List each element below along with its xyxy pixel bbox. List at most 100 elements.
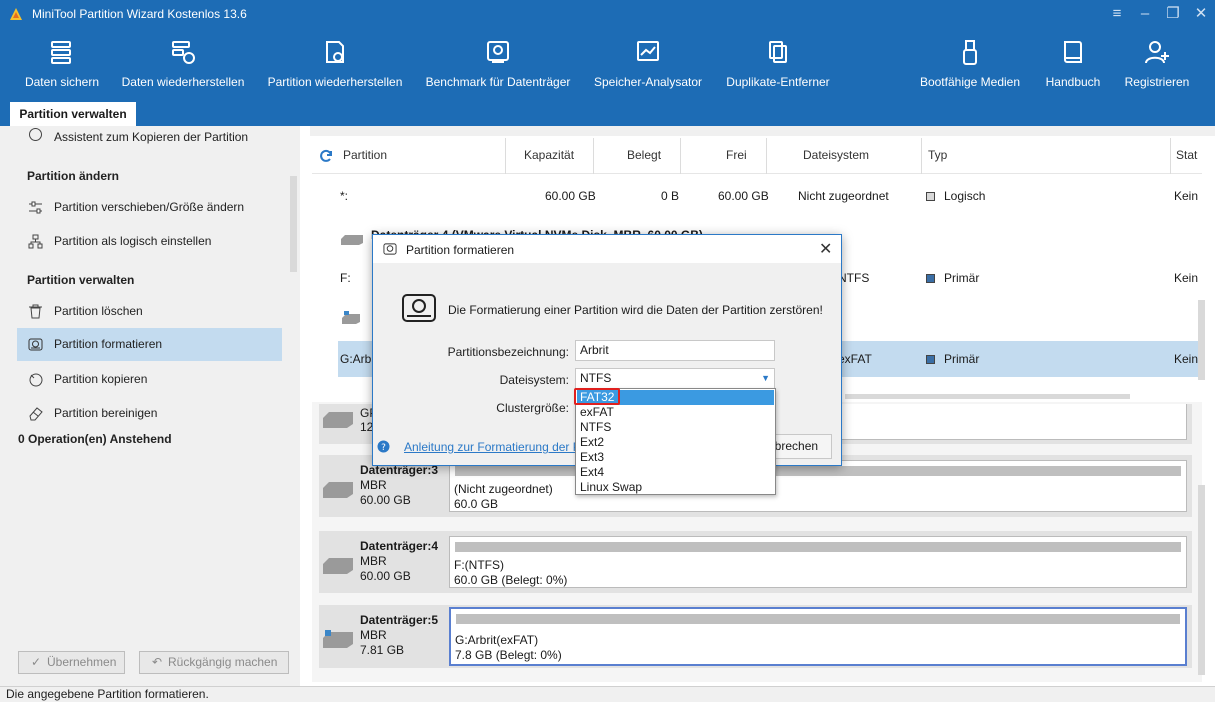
space-analyzer-icon xyxy=(637,41,659,61)
filesystem-value: NTFS xyxy=(580,371,612,385)
toolbar-label: Daten wiederherstellen xyxy=(121,75,245,89)
toolbar-data-recovery-button[interactable]: Daten wiederherstellen xyxy=(118,28,248,100)
toolbar-benchmark-button[interactable]: Benchmark für Datenträger xyxy=(420,28,576,100)
sidebar-item-set-logical[interactable]: Partition als logisch einstellen xyxy=(17,225,282,257)
copy-partition-icon xyxy=(29,373,43,387)
toolbar-duplicate-finder-button[interactable]: Duplikate-Entferner xyxy=(720,28,836,100)
toolbar-label: Partition wiederherstellen xyxy=(267,75,403,89)
cell-type: Primär xyxy=(944,271,980,285)
col-used[interactable]: Belegt xyxy=(627,148,661,162)
close-icon[interactable]: ✕ xyxy=(819,239,832,259)
disk-card-selected[interactable]: Datenträger:5 MBR 7.81 GB G:Arbrit(exFAT… xyxy=(319,605,1192,668)
disk-card[interactable]: Datenträger:4 MBR 60.00 GB F:(NTFS) 60.0… xyxy=(319,531,1192,593)
partition-label: (Nicht zugeordnet) xyxy=(454,482,553,496)
dropdown-option-ext3[interactable]: Ext3 xyxy=(577,450,774,465)
toolbar-manual-button[interactable]: Handbuch xyxy=(1040,28,1106,100)
dropdown-option-ntfs[interactable]: NTFS xyxy=(577,420,774,435)
partition-label: F:(NTFS) xyxy=(454,558,504,572)
toolbar-data-backup-button[interactable]: Daten sichern xyxy=(20,28,104,100)
data-recovery-icon xyxy=(172,41,195,64)
backup-icon xyxy=(51,41,71,64)
dialog-titlebar: Partition formatieren ✕ xyxy=(373,235,841,263)
dropdown-option-exfat[interactable]: exFAT xyxy=(577,405,774,420)
benchmark-icon xyxy=(487,41,509,63)
col-type[interactable]: Typ xyxy=(928,148,947,162)
status-bar: Die angegebene Partition formatieren. xyxy=(0,686,1215,702)
disk-size: 60.00 GB xyxy=(360,569,411,583)
format-guide-link[interactable]: Anleitung zur Formatierung der P xyxy=(404,440,581,454)
toolbar-partition-recovery-button[interactable]: Partition wiederherstellen xyxy=(264,28,406,100)
partition-label-caption: Partitionsbezeichnung: xyxy=(447,345,569,359)
minimize-icon[interactable]: – xyxy=(1131,4,1159,24)
partition-label-input[interactable]: Arbrit xyxy=(575,340,775,361)
disk-name: Datenträger:5 xyxy=(360,613,439,627)
undo-button[interactable]: ↶ Rückgängig machen xyxy=(139,651,289,674)
cell-status: Kein xyxy=(1174,189,1199,203)
usb-drive-icon xyxy=(323,630,353,648)
sidebar-item-format-partition[interactable]: Partition formatieren xyxy=(17,328,282,361)
toolbar-bootable-media-button[interactable]: Bootfähige Medien xyxy=(914,28,1026,100)
copy-wizard-icon xyxy=(29,128,42,141)
toolbar-register-button[interactable]: Registrieren xyxy=(1120,28,1194,100)
sidebar-item-move-resize[interactable]: Partition verschieben/Größe ändern xyxy=(17,191,282,223)
app-logo-icon xyxy=(10,8,22,20)
toolbar-space-analyzer-button[interactable]: Speicher-Analysator xyxy=(590,28,706,100)
hard-drive-icon xyxy=(323,482,353,498)
table-hscrollbar[interactable] xyxy=(845,394,1130,399)
hard-drive-icon xyxy=(341,235,363,245)
dropdown-option-linux-swap[interactable]: Linux Swap xyxy=(577,480,774,495)
col-free[interactable]: Frei xyxy=(726,148,747,162)
cell-used: 0 B xyxy=(661,189,680,203)
col-capacity[interactable]: Kapazität xyxy=(524,148,574,162)
col-separator xyxy=(921,138,922,174)
col-partition[interactable]: Partition xyxy=(343,148,387,162)
partition-info: 60.0 GB (Belegt: 0%) xyxy=(454,573,568,587)
sidebar-item-label: Partition bereinigen xyxy=(54,406,158,420)
title-bar: MiniTool Partition Wizard Kostenlos 13.6… xyxy=(0,0,1215,28)
table-row[interactable]: *: 60.00 GB 0 B 60.00 GB Nicht zugeordne… xyxy=(338,178,1198,214)
cell-partition: *: xyxy=(340,189,349,203)
cell-status: Kein xyxy=(1174,271,1199,285)
left-scrollbar[interactable] xyxy=(290,176,297,272)
table-header xyxy=(312,136,1202,174)
toolbar-label: Duplikate-Entferner xyxy=(726,75,830,89)
dropdown-option-ext4[interactable]: Ext4 xyxy=(577,465,774,480)
col-filesystem[interactable]: Dateisystem xyxy=(803,148,869,162)
table-scrollbar[interactable] xyxy=(1198,300,1205,380)
sidebar-item-label: Partition formatieren xyxy=(54,337,163,351)
cell-filesystem: exFAT xyxy=(838,352,872,366)
restore-icon[interactable]: ❐ xyxy=(1159,4,1187,24)
menu-icon[interactable]: ≡ xyxy=(1103,4,1131,24)
sidebar-item-delete-partition[interactable]: Partition löschen xyxy=(17,295,282,327)
apply-button[interactable]: ✓ Übernehmen xyxy=(18,651,125,674)
partition-block[interactable]: (Nicht zugeordnet) 60.0 GB xyxy=(449,460,1187,512)
sidebar-item-label: Partition verschieben/Größe ändern xyxy=(54,200,245,214)
partition-info: 7.8 GB (Belegt: 0%) xyxy=(455,648,562,662)
dropdown-option-ext2[interactable]: Ext2 xyxy=(577,435,774,450)
eraser-icon xyxy=(29,407,43,421)
highlight-annotation-box xyxy=(574,388,620,405)
type-primary-swatch xyxy=(926,355,935,364)
sidebar-item-copy-partition-wizard[interactable]: Assistent zum Kopieren der Partition xyxy=(17,122,282,144)
format-drive-icon xyxy=(28,338,43,351)
toolbar-label: Registrieren xyxy=(1124,75,1190,89)
partition-block-selected[interactable]: G:Arbrit(exFAT) 7.8 GB (Belegt: 0%) xyxy=(449,607,1187,666)
register-icon xyxy=(1145,41,1169,64)
sidebar-item-copy-partition[interactable]: Partition kopieren xyxy=(17,363,282,395)
partition-block[interactable]: F:(NTFS) 60.0 GB (Belegt: 0%) xyxy=(449,536,1187,588)
diskmap-scrollbar[interactable] xyxy=(1198,485,1205,675)
svg-text:?: ? xyxy=(381,443,386,453)
filesystem-select[interactable]: NTFS ▼ xyxy=(575,368,775,389)
sidebar-item-wipe-partition[interactable]: Partition bereinigen xyxy=(17,397,282,429)
help-icon: ? xyxy=(377,440,390,453)
close-window-icon[interactable]: ✕ xyxy=(1187,4,1215,24)
toolbar-label: Speicher-Analysator xyxy=(593,75,703,89)
cell-free: 60.00 GB xyxy=(718,189,769,203)
sidebar-item-label: Partition löschen xyxy=(54,304,143,318)
partition-label: G:Arbrit(exFAT) xyxy=(455,633,539,647)
refresh-icon[interactable] xyxy=(319,149,333,163)
disk-scheme: MBR xyxy=(360,478,387,492)
col-status[interactable]: Stat xyxy=(1176,148,1197,162)
usb-drive-icon xyxy=(342,311,360,324)
col-separator xyxy=(680,138,681,174)
